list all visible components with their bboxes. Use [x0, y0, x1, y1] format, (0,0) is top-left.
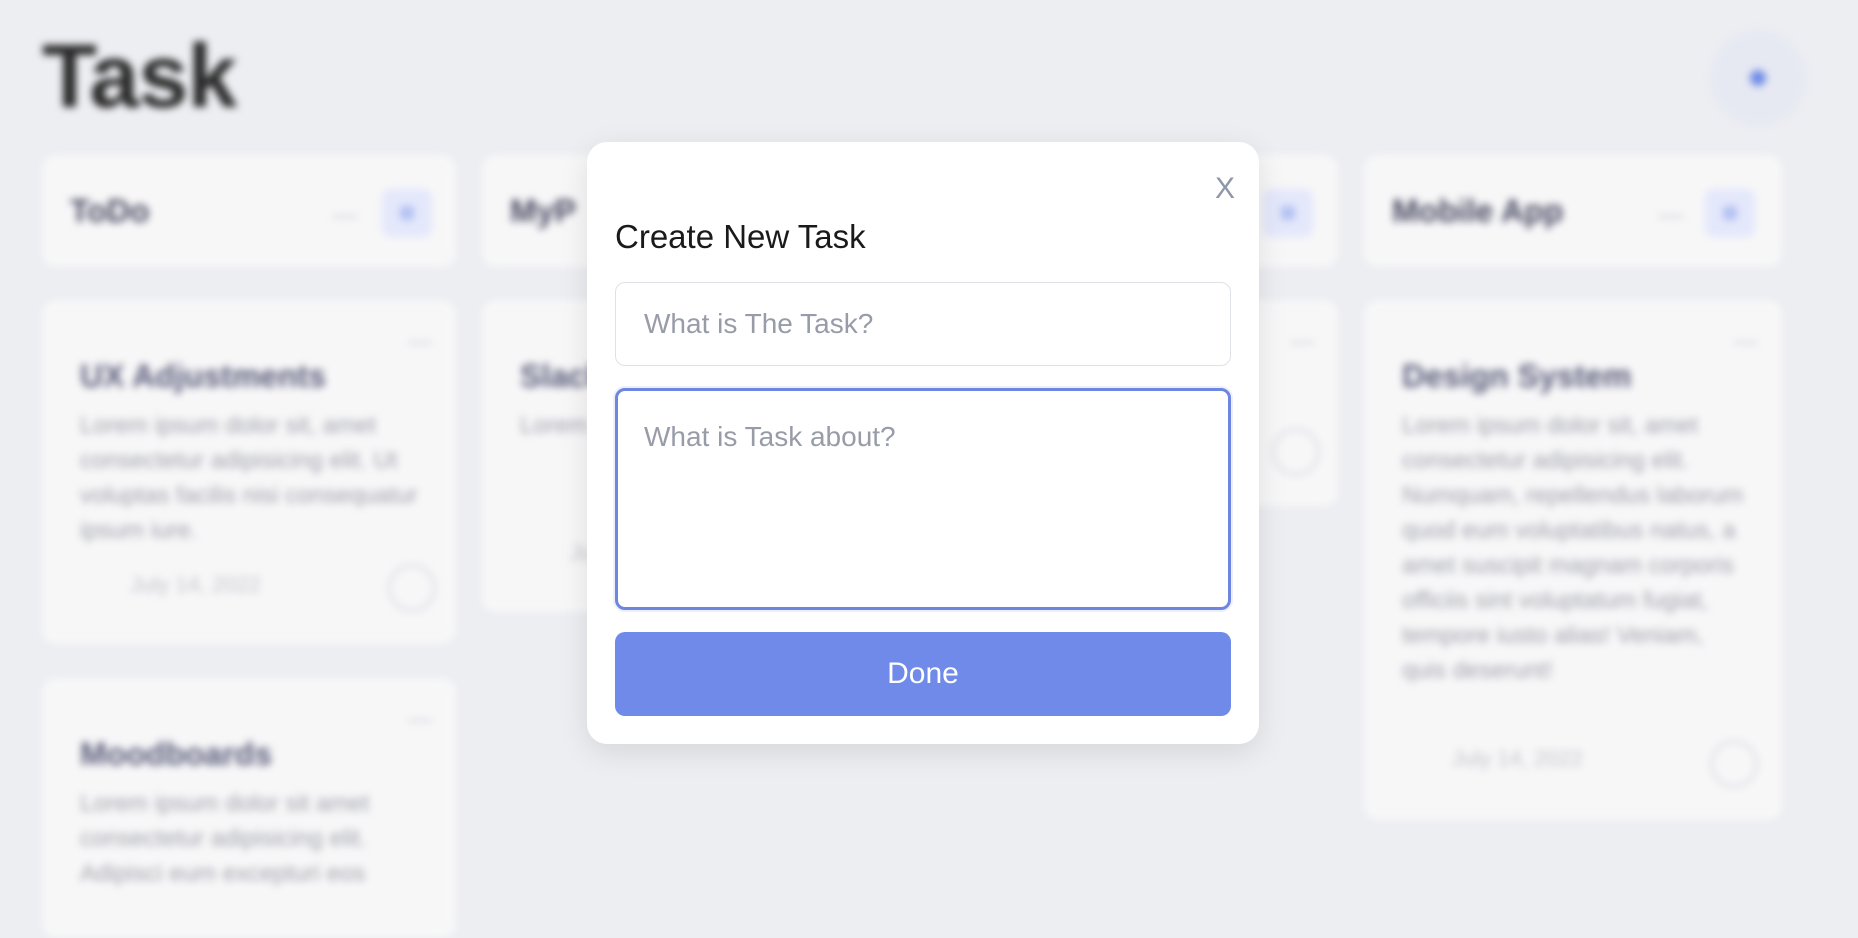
- task-title-input[interactable]: [615, 282, 1231, 366]
- card-menu-icon[interactable]: —: [408, 328, 432, 356]
- column-name: MyP: [510, 193, 576, 229]
- column-header-todo: ToDo —: [42, 155, 456, 267]
- card-date: July 14, 2022: [1452, 746, 1583, 771]
- page-title: Task: [42, 27, 237, 127]
- card-menu-icon[interactable]: —: [408, 706, 432, 734]
- add-card-button[interactable]: [1705, 189, 1755, 237]
- card-menu-icon[interactable]: —: [1290, 328, 1314, 356]
- card-title: Design System: [1402, 358, 1632, 394]
- add-board-button[interactable]: [1710, 30, 1806, 126]
- add-card-button[interactable]: [382, 189, 432, 237]
- complete-toggle[interactable]: [1710, 740, 1758, 788]
- task-description-input[interactable]: [615, 388, 1231, 610]
- complete-toggle[interactable]: [388, 564, 436, 612]
- plus-icon: [1750, 70, 1766, 86]
- column-name: Mobile App: [1392, 193, 1564, 229]
- card-description: Lorem ipsum dolor sit, amet consectetur …: [1402, 412, 1744, 684]
- complete-toggle[interactable]: [1272, 428, 1320, 476]
- column-menu-icon[interactable]: —: [1658, 199, 1685, 230]
- column-menu-icon[interactable]: —: [332, 199, 359, 230]
- card-title: UX Adjustments: [80, 358, 326, 394]
- task-card[interactable]: — Design System Lorem ipsum dolor sit, a…: [1364, 300, 1782, 820]
- modal-title: Create New Task: [615, 218, 866, 255]
- card-menu-icon[interactable]: —: [1734, 328, 1758, 356]
- column-name: ToDo: [70, 193, 150, 229]
- column-header-mobile-app: Mobile App —: [1364, 155, 1782, 267]
- close-button[interactable]: X: [1215, 172, 1235, 206]
- task-card[interactable]: — Moodboards Lorem ipsum dolor sit amet …: [42, 678, 456, 938]
- card-title: Moodboards: [80, 736, 272, 772]
- add-card-button[interactable]: [1263, 189, 1313, 237]
- card-description: Lorem ipsum dolor sit, amet consectetur …: [80, 412, 418, 544]
- card-description: Lorem ipsum dolor sit amet consectetur a…: [80, 790, 370, 887]
- card-date: July 14, 2022: [130, 572, 261, 597]
- create-task-modal: X Create New Task Done: [587, 142, 1259, 744]
- done-button[interactable]: Done: [615, 632, 1231, 716]
- task-card[interactable]: — UX Adjustments Lorem ipsum dolor sit, …: [42, 300, 456, 644]
